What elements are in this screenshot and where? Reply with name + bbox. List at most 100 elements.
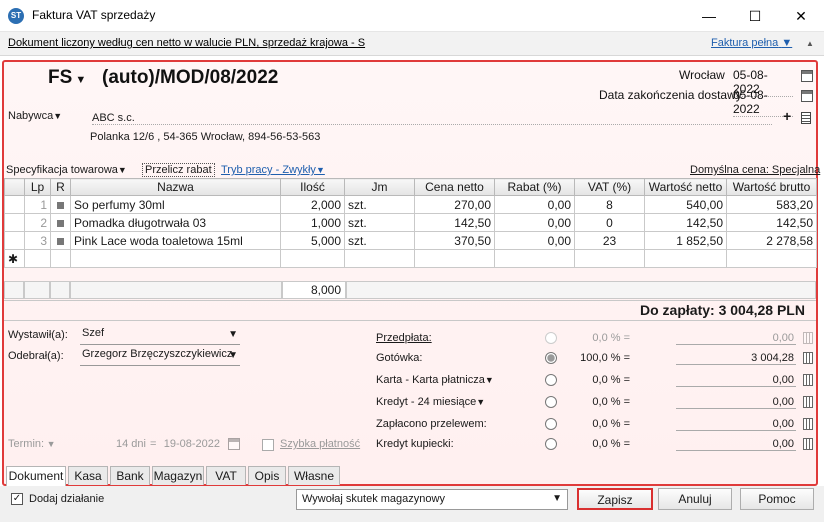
row-marker[interactable] [4, 231, 25, 250]
tab-vat[interactable]: VAT [206, 466, 246, 485]
action-select[interactable]: Wywołaj skutek magazynowy ▼ [296, 489, 568, 510]
calculator-icon[interactable] [803, 418, 813, 430]
calendar-icon[interactable] [801, 90, 813, 102]
table-row[interactable]: 2 Pomadka długotrwała 03 1,000 szt. 142,… [4, 213, 817, 232]
tab-dokument[interactable]: Dokument [6, 466, 66, 486]
cell-ilosc[interactable]: 1,000 [280, 213, 345, 232]
kredyt-kupiecki-amount[interactable]: 0,00 [676, 438, 796, 451]
przedplata-radio[interactable] [545, 332, 557, 344]
cell-rabat[interactable]: 0,00 [494, 195, 575, 214]
maximize-icon[interactable]: ☐ [732, 0, 778, 32]
cell-netto[interactable]: 1 852,50 [644, 231, 727, 250]
karta-dropdown[interactable]: Karta - Karta płatnicza▼ [376, 374, 494, 386]
odebral-combo[interactable]: Grzegorz Brzęczyszczykiewicz ▼ [80, 348, 240, 366]
calculator-icon[interactable] [803, 352, 813, 364]
cell-brutto[interactable]: 583,20 [726, 195, 817, 214]
specyfikacja-dropdown[interactable]: Specyfikacja towarowa▼ [6, 164, 127, 176]
cell-vat[interactable]: 8 [574, 195, 645, 214]
szybka-platnosc-checkbox[interactable] [262, 439, 274, 451]
przelew-radio[interactable] [545, 418, 557, 430]
cell-netto[interactable]: 540,00 [644, 195, 727, 214]
column-header[interactable]: Cena netto [414, 178, 495, 196]
gotowka-radio[interactable] [545, 352, 557, 364]
document-mode-info[interactable]: Dokument liczony według cen netto w walu… [8, 37, 365, 49]
new-row[interactable]: ✱ [4, 249, 817, 268]
tab-opis[interactable]: Opis [248, 466, 286, 485]
przelew-amount[interactable]: 0,00 [676, 418, 796, 431]
kredyt-kupiecki-percent[interactable]: 0,0 % = [570, 438, 630, 450]
buyer-label[interactable]: Nabywca▼ [8, 110, 62, 122]
wystawil-combo[interactable]: Szef ▼ [80, 327, 240, 345]
document-number[interactable]: (auto)/MOD/08/2022 [102, 67, 278, 89]
gotowka-percent[interactable]: 100,0 % = [570, 352, 630, 364]
termin-label[interactable]: Termin: ▼ [8, 438, 55, 450]
table-row[interactable]: 1 So perfumy 30ml 2,000 szt. 270,00 0,00… [4, 195, 817, 214]
column-header[interactable]: Jm [344, 178, 415, 196]
cell-rabat[interactable]: 0,00 [494, 231, 575, 250]
cell-vat[interactable]: 23 [574, 231, 645, 250]
row-marker[interactable] [4, 195, 25, 214]
termin-date[interactable]: 19-08-2022 [158, 438, 220, 450]
kredyt-dropdown[interactable]: Kredyt - 24 miesiące▼ [376, 396, 485, 408]
tab-magazyn[interactable]: Magazyn [152, 466, 204, 485]
kredyt-radio[interactable] [545, 396, 557, 408]
cell-ilosc[interactable]: 2,000 [280, 195, 345, 214]
cell-nazwa[interactable]: So perfumy 30ml [70, 195, 281, 214]
calendar-icon[interactable] [228, 438, 240, 450]
cell-ilosc[interactable]: 5,000 [280, 231, 345, 250]
kredyt-amount[interactable]: 0,00 [676, 396, 796, 409]
column-header[interactable]: Nazwa [70, 178, 281, 196]
zapisz-button[interactable]: Zapisz [577, 488, 653, 510]
column-header[interactable]: VAT (%) [574, 178, 645, 196]
add-icon[interactable]: + [783, 108, 791, 124]
cell-jm[interactable]: szt. [344, 213, 415, 232]
calculator-icon[interactable] [803, 438, 813, 450]
calculator-icon[interactable] [803, 396, 813, 408]
gotowka-amount[interactable]: 3 004,28 [676, 352, 796, 365]
cell-vat[interactable]: 0 [574, 213, 645, 232]
karta-percent[interactable]: 0,0 % = [570, 374, 630, 386]
column-header[interactable]: Wartość brutto [726, 178, 817, 196]
przelicz-rabat-button[interactable]: Przelicz rabat [142, 163, 215, 177]
faktura-pelna-link[interactable]: Faktura pełna ▼ [711, 37, 792, 49]
column-header[interactable]: Wartość netto [644, 178, 727, 196]
calculator-icon[interactable] [803, 332, 813, 344]
scroll-up-icon[interactable]: ▲ [803, 34, 817, 54]
tab-kasa[interactable]: Kasa [68, 466, 108, 485]
buyer-name-field[interactable]: ABC s.c. [92, 112, 772, 125]
cell-rabat[interactable]: 0,00 [494, 213, 575, 232]
tab-wlasne[interactable]: Własne [288, 466, 340, 485]
kredyt-kupiecki-radio[interactable] [545, 438, 557, 450]
close-icon[interactable]: ✕ [778, 0, 824, 32]
column-header[interactable]: Lp [24, 178, 51, 196]
tryb-pracy-dropdown[interactable]: Tryb pracy - Zwykły▼ [221, 164, 325, 176]
cell-brutto[interactable]: 142,50 [726, 213, 817, 232]
calculator-icon[interactable] [803, 374, 813, 386]
domyslna-cena-link[interactable]: Domyślna cena: Specjalna [690, 164, 820, 176]
column-header[interactable]: Rabat (%) [494, 178, 575, 196]
cell-jm[interactable]: szt. [344, 195, 415, 214]
document-list-icon[interactable] [801, 112, 811, 124]
calendar-icon[interactable] [801, 70, 813, 82]
karta-radio[interactable] [545, 374, 557, 386]
cell-nazwa[interactable]: Pink Lace woda toaletowa 15ml [70, 231, 281, 250]
column-header[interactable]: Ilość [280, 178, 345, 196]
column-header[interactable]: R [50, 178, 71, 196]
cell-cena[interactable]: 142,50 [414, 213, 495, 232]
cell-cena[interactable]: 270,00 [414, 195, 495, 214]
anuluj-button[interactable]: Anuluj [658, 488, 732, 510]
cell-netto[interactable]: 142,50 [644, 213, 727, 232]
karta-amount[interactable]: 0,00 [676, 374, 796, 387]
tab-bank[interactable]: Bank [110, 466, 150, 485]
cell-nazwa[interactable]: Pomadka długotrwała 03 [70, 213, 281, 232]
pomoc-button[interactable]: Pomoc [740, 488, 814, 510]
row-marker[interactable] [4, 213, 25, 232]
kredyt-percent[interactable]: 0,0 % = [570, 396, 630, 408]
minimize-icon[interactable]: — [686, 0, 732, 32]
place-field[interactable]: Wrocław [679, 68, 725, 82]
przelew-percent[interactable]: 0,0 % = [570, 418, 630, 430]
termin-days[interactable]: 14 dni [102, 438, 146, 450]
dodaj-dzialanie-checkbox[interactable]: ✓ [11, 493, 23, 505]
cell-jm[interactable]: szt. [344, 231, 415, 250]
table-row[interactable]: 3 Pink Lace woda toaletowa 15ml 5,000 sz… [4, 231, 817, 250]
